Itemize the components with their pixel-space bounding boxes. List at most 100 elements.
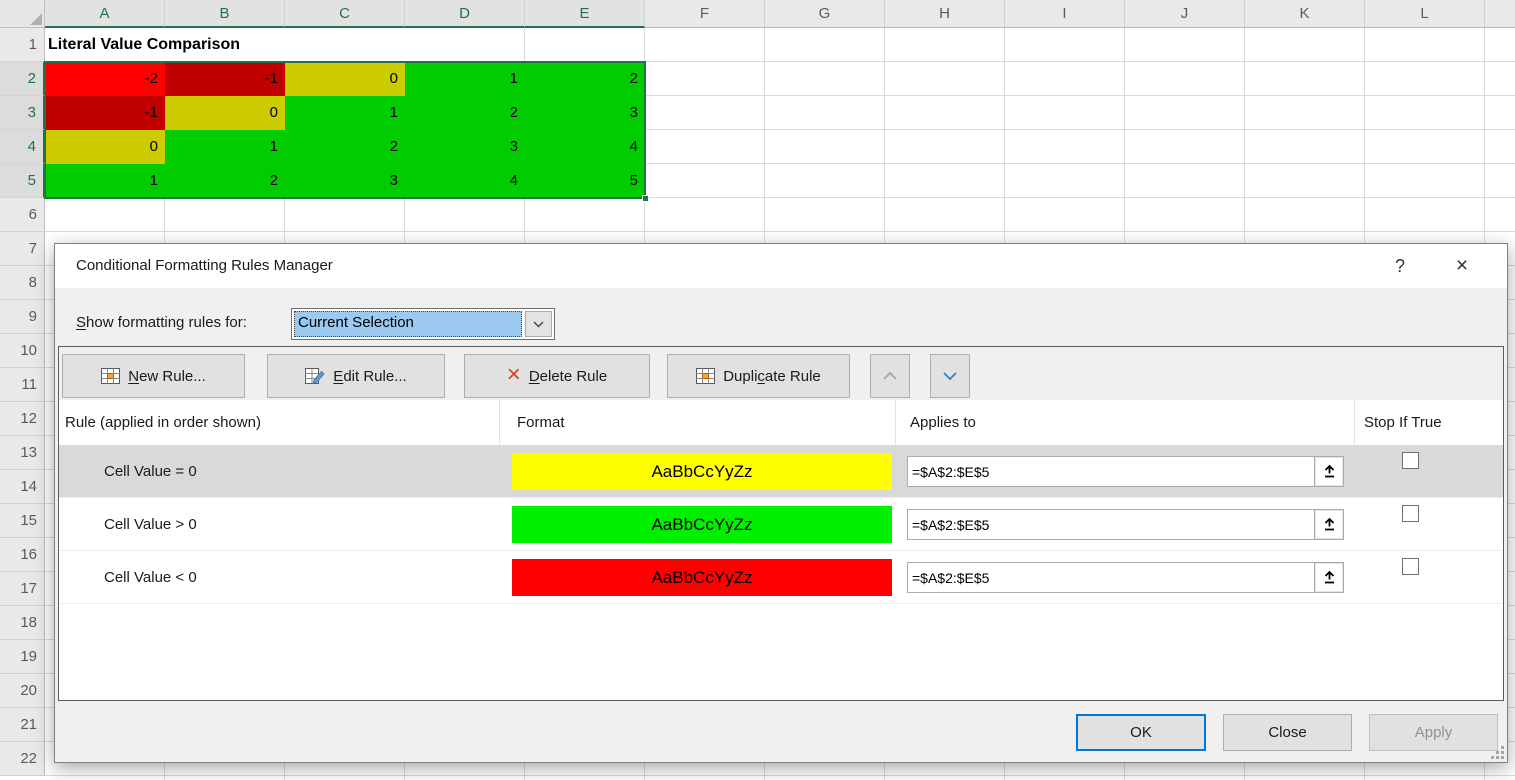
stop-if-true-checkbox[interactable] [1402,452,1419,469]
applies-to-input[interactable] [907,456,1315,487]
selection-border [44,61,646,199]
format-preview-yellow: AaBbCcYyZz [512,453,892,490]
rule-row-less-0[interactable]: Cell Value < 0 AaBbCcYyZz [59,551,1503,604]
edit-rule-button[interactable]: Edit Rule... [267,354,445,398]
select-all-corner[interactable] [0,0,45,28]
new-rule-button[interactable]: New Rule... [62,354,245,398]
column-header-H[interactable]: H [885,0,1005,28]
delete-rule-button[interactable]: × Delete Rule [464,354,650,398]
format-preview-red: AaBbCcYyZz [512,559,892,596]
duplicate-rule-table-icon [696,368,715,384]
delete-x-icon: × [507,363,521,387]
row-header-8[interactable]: 8 [0,266,45,300]
column-header-G[interactable]: G [765,0,885,28]
edit-pencil-icon [305,368,325,385]
gridline-horizontal [45,231,1515,232]
scope-dropdown-value: Current Selection [294,311,522,337]
rules-list-header: Rule (applied in order shown) Format App… [59,400,1503,445]
corner-triangle-icon [30,13,42,25]
row-header-14[interactable]: 14 [0,470,45,504]
gridline-horizontal [45,775,1515,776]
column-header-A[interactable]: A [45,0,165,28]
range-picker-icon[interactable] [1315,509,1344,540]
row-header-2[interactable]: 2 [0,62,45,96]
applies-to-field [907,509,1344,540]
row-header-20[interactable]: 20 [0,674,45,708]
row-header-22[interactable]: 22 [0,742,45,776]
row-header-1[interactable]: 1 [0,28,45,62]
format-preview-green: AaBbCcYyZz [512,506,892,543]
row-header-12[interactable]: 12 [0,402,45,436]
scope-dropdown[interactable]: Current Selection [291,308,555,340]
rule-name: Cell Value < 0 [104,551,197,604]
new-rule-table-icon [101,368,120,384]
header-separator [1354,400,1355,445]
new-rule-label: New Rule... [128,368,206,385]
fill-handle[interactable] [642,195,649,202]
header-rule: Rule (applied in order shown) [65,400,261,445]
row-header-13[interactable]: 13 [0,436,45,470]
applies-to-field [907,456,1344,487]
column-header-F[interactable]: F [645,0,765,28]
conditional-formatting-rules-manager-dialog: Conditional Formatting Rules Manager ? ×… [54,243,1508,763]
column-header-J[interactable]: J [1125,0,1245,28]
help-icon[interactable]: ? [1383,250,1417,282]
row-header-18[interactable]: 18 [0,606,45,640]
column-header-I[interactable]: I [1005,0,1125,28]
show-formatting-rules-label: Show formatting rules for: [76,314,247,331]
cell-A1-title[interactable]: Literal Value Comparison [45,28,405,62]
excel-window: ABCDEFGHIJKL1234567891011121314151617181… [0,0,1515,780]
header-separator [895,400,896,445]
range-picker-icon[interactable] [1315,456,1344,487]
row-header-4[interactable]: 4 [0,130,45,164]
stop-if-true-checkbox[interactable] [1402,558,1419,575]
header-stop-if-true: Stop If True [1364,400,1442,445]
row-header-16[interactable]: 16 [0,538,45,572]
rules-list-container: New Rule... Edit Rule... × Delete Rule D… [58,346,1504,701]
duplicate-rule-button[interactable]: Duplicate Rule [667,354,850,398]
row-header-9[interactable]: 9 [0,300,45,334]
row-header-7[interactable]: 7 [0,232,45,266]
move-rule-down-button[interactable] [930,354,970,398]
apply-button[interactable]: Apply [1369,714,1498,751]
row-header-10[interactable]: 10 [0,334,45,368]
close-button[interactable]: Close [1223,714,1352,751]
rule-row-greater-0[interactable]: Cell Value > 0 AaBbCcYyZz [59,498,1503,551]
column-header-C[interactable]: C [285,0,405,28]
resize-grip[interactable] [1491,746,1504,759]
header-applies-to: Applies to [910,400,976,445]
chevron-down-icon[interactable] [525,311,552,337]
stop-if-true-checkbox[interactable] [1402,505,1419,522]
row-header-6[interactable]: 6 [0,198,45,232]
row-header-17[interactable]: 17 [0,572,45,606]
column-header-E[interactable]: E [525,0,645,28]
rule-name: Cell Value = 0 [104,445,197,498]
row-header-11[interactable]: 11 [0,368,45,402]
rule-name: Cell Value > 0 [104,498,197,551]
close-icon[interactable]: × [1445,250,1479,282]
row-header-15[interactable]: 15 [0,504,45,538]
move-rule-up-button[interactable] [870,354,910,398]
chevron-down-icon [943,372,957,380]
rule-row-equal-0[interactable]: Cell Value = 0 AaBbCcYyZz [59,445,1503,498]
duplicate-rule-label: Duplicate Rule [723,368,821,385]
row-header-19[interactable]: 19 [0,640,45,674]
column-header-K[interactable]: K [1245,0,1365,28]
dialog-titlebar[interactable]: Conditional Formatting Rules Manager ? × [55,244,1507,288]
chevron-up-icon [883,372,897,380]
column-header-B[interactable]: B [165,0,285,28]
column-header-L[interactable]: L [1365,0,1485,28]
ok-button[interactable]: OK [1076,714,1206,751]
column-header-D[interactable]: D [405,0,525,28]
column-header-partial[interactable] [1485,0,1515,28]
row-header-3[interactable]: 3 [0,96,45,130]
applies-to-input[interactable] [907,562,1315,593]
range-picker-icon[interactable] [1315,562,1344,593]
delete-rule-label: Delete Rule [529,368,607,385]
header-format: Format [517,400,565,445]
edit-rule-label: Edit Rule... [333,368,406,385]
row-header-21[interactable]: 21 [0,708,45,742]
row-header-5[interactable]: 5 [0,164,45,198]
applies-to-input[interactable] [907,509,1315,540]
dialog-title: Conditional Formatting Rules Manager [76,244,333,288]
